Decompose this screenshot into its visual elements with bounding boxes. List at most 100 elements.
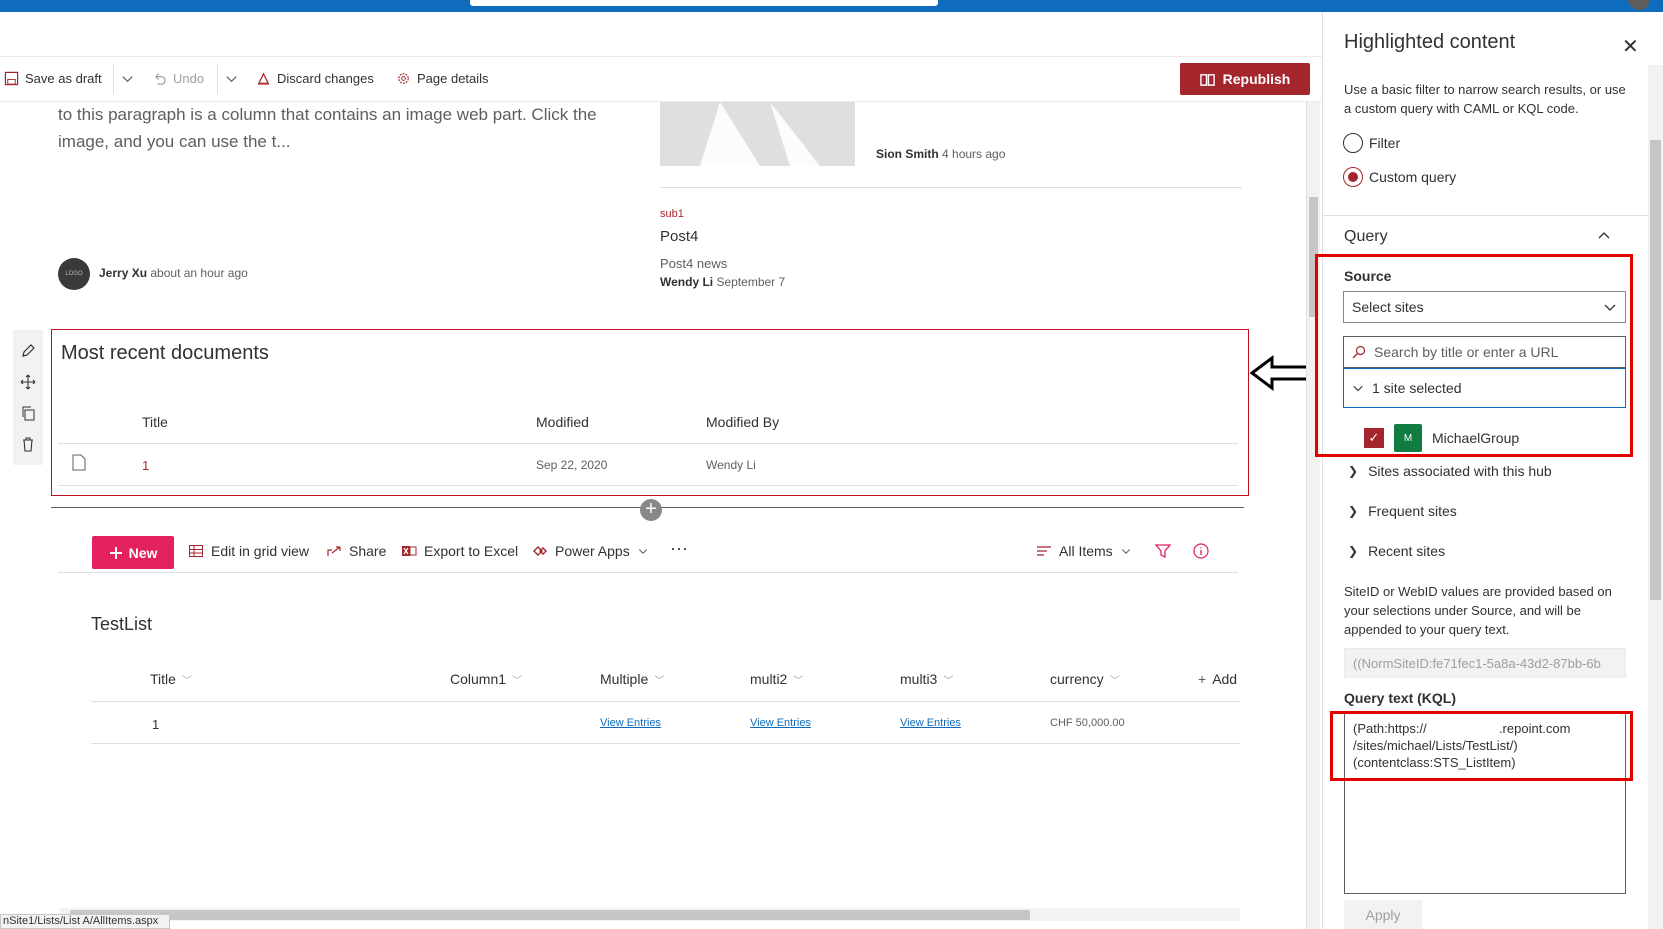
list-title[interactable]: TestList [91,614,152,635]
divider [91,701,1240,702]
save-icon [4,71,19,86]
undo-button[interactable]: Undo [152,71,204,86]
list-column-currency[interactable]: currency ﹀ [1050,671,1120,687]
add-column-button[interactable]: + Add [1198,671,1240,687]
add-webpart-button[interactable]: + [640,499,662,521]
chevron-down-icon [1604,304,1616,311]
radio-custom-query[interactable] [1343,167,1363,187]
divider [113,64,114,94]
list-cell-title[interactable]: 1 [152,717,159,732]
chevron-right-icon: ❯ [1348,504,1359,518]
save-options-chevron[interactable] [120,71,135,86]
list-column-multi2[interactable]: multi2 ﹀ [750,671,803,687]
news-category[interactable]: sub1 [660,208,684,220]
highlight-box-query [1330,711,1633,781]
page-details-button[interactable]: Page details [396,71,489,86]
tree-sites-hub[interactable]: ❯ Sites associated with this hub [1348,463,1552,479]
export-excel-button[interactable]: Export to Excel [401,543,518,559]
discard-icon [257,72,270,85]
radio-filter[interactable] [1343,133,1363,153]
delete-icon[interactable] [20,436,36,452]
grid-icon [189,545,203,557]
share-icon [327,546,341,556]
tree-frequent-sites[interactable]: ❯ Frequent sites [1348,503,1457,519]
document-modified: Sep 22, 2020 [536,458,608,472]
list-view-icon [1037,546,1051,556]
chevron-up-icon[interactable] [1597,228,1611,242]
horizontal-scrollbar-thumb[interactable] [70,910,1030,920]
chevron-down-icon: ﹀ [512,675,523,687]
power-apps-button[interactable]: Power Apps [532,543,649,559]
divider [1322,215,1648,216]
view-switcher[interactable]: All Items [1036,543,1132,559]
republish-button[interactable]: Republish [1180,63,1310,95]
image-placeholder-icon [700,102,820,166]
chevron-down-icon [638,549,647,554]
pane-scrollbar-thumb[interactable] [1650,140,1661,600]
tree-recent-sites[interactable]: ❯ Recent sites [1348,543,1445,559]
list-cell-multi2[interactable]: View Entries [750,717,811,729]
document-title-link[interactable]: 1 [142,458,149,473]
more-options-button[interactable]: ··· [670,538,688,559]
save-draft-button[interactable]: Save as draft [4,71,102,86]
chevron-right-icon: ❯ [1348,544,1359,558]
list-cell-multi3[interactable]: View Entries [900,717,961,729]
chevron-down-icon: ﹀ [1109,675,1120,687]
site-search-input[interactable]: Search by title or enter a URL [1343,336,1626,368]
discard-changes-button[interactable]: Discard changes [256,71,374,86]
query-text-label: Query text (KQL) [1344,690,1457,706]
document-icon [72,454,86,471]
site-icon: M [1394,424,1422,452]
news-description: Post4 news [660,256,728,271]
column-header-modified-by: Modified By [706,414,780,430]
suite-search-box[interactable] [470,0,938,6]
filter-icon[interactable] [1155,543,1171,559]
divider [58,485,1238,486]
list-column-column1[interactable]: Column1 ﹀ [450,671,522,687]
close-icon[interactable]: ✕ [1622,34,1639,59]
selected-site-item[interactable]: ✓ M MichaelGroup [1364,424,1519,452]
author-avatar: LOGO [58,258,90,290]
chevron-right-icon: ❯ [1348,464,1359,478]
list-column-title[interactable]: Title ﹀ [150,671,192,687]
list-cell-multiple[interactable]: View Entries [600,717,661,729]
radio-custom-query-label[interactable]: Custom query [1369,169,1456,185]
checkbox-checked[interactable]: ✓ [1364,428,1384,448]
move-icon[interactable] [20,374,36,390]
share-button[interactable]: Share [326,543,386,559]
edit-pencil-icon[interactable] [20,343,36,359]
column-header-title: Title [142,414,168,430]
column-header-modified: Modified [536,414,589,430]
info-icon[interactable] [1193,543,1209,559]
divider [660,187,1242,188]
source-dropdown[interactable]: Select sites [1343,291,1626,323]
new-item-button[interactable]: New [92,536,174,569]
duplicate-icon[interactable] [20,405,36,421]
plus-icon [109,546,122,559]
pane-title: Highlighted content [1344,31,1516,53]
list-column-multiple[interactable]: Multiple ﹀ [600,671,664,687]
chevron-down-icon [226,76,237,83]
undo-icon [155,73,166,85]
list-cell-currency: CHF 50,000.00 [1050,717,1125,729]
book-icon [1199,73,1215,86]
query-section-header[interactable]: Query [1344,228,1388,246]
news-paragraph: to this paragraph is a column that conta… [58,105,597,151]
chevron-down-icon: ﹀ [654,675,665,687]
webpart-toolbar [13,330,43,465]
document-modified-by: Wendy Li [706,458,756,472]
divider [91,743,1240,744]
news-image-thumbnail[interactable] [660,102,855,166]
list-column-multi3[interactable]: multi3 ﹀ [900,671,953,687]
radio-filter-label[interactable]: Filter [1369,135,1400,151]
power-apps-icon [533,546,547,556]
undo-options-chevron[interactable] [224,71,239,86]
edit-grid-view-button[interactable]: Edit in grid view [188,543,309,559]
webpart-title[interactable]: Most recent documents [61,342,269,365]
excel-icon [402,546,417,556]
selected-sites-toggle[interactable]: 1 site selected [1343,368,1626,408]
news-title[interactable]: Post4 [660,228,698,245]
news-meta-2: Wendy Li September 7 [660,275,786,289]
apply-button[interactable]: Apply [1344,900,1422,929]
chevron-down-icon [122,76,133,83]
